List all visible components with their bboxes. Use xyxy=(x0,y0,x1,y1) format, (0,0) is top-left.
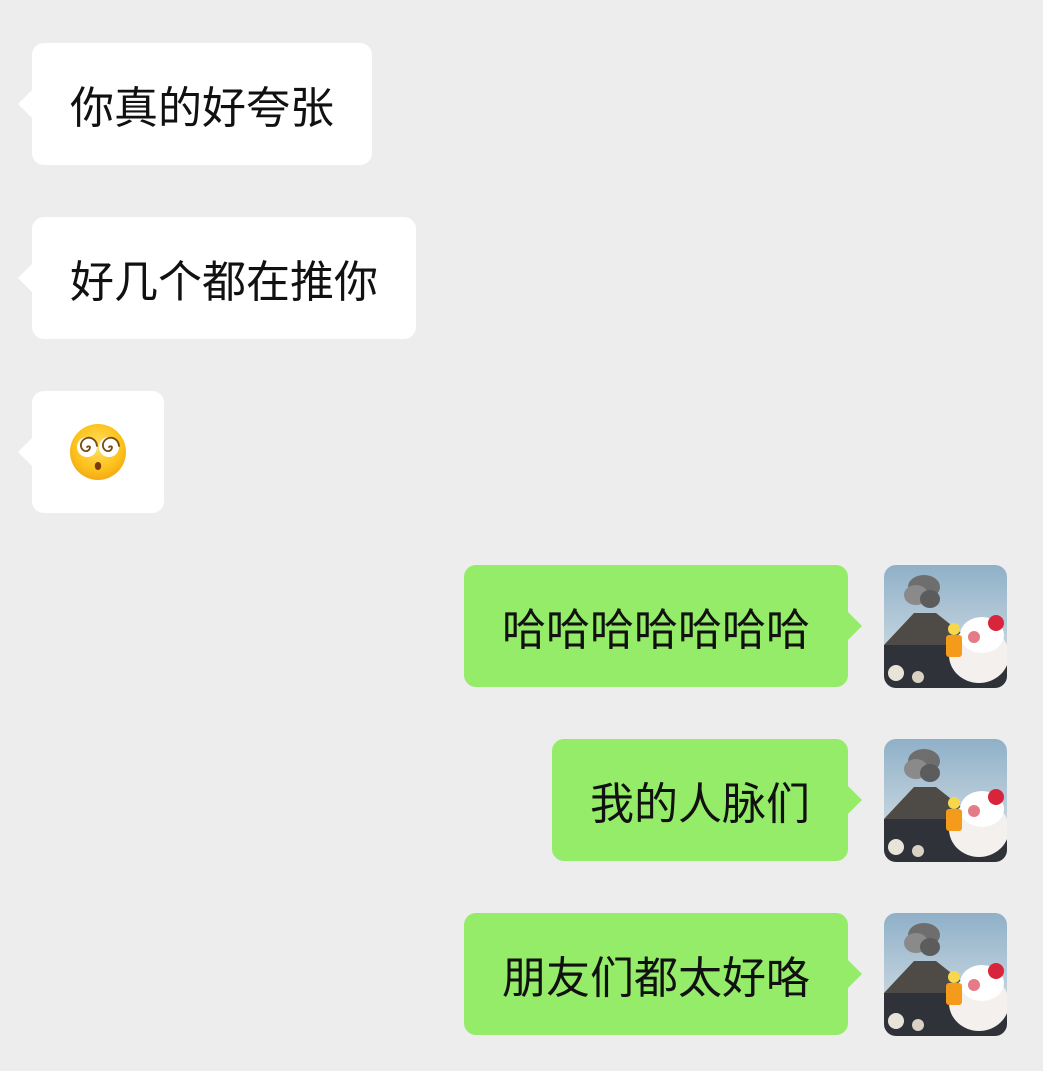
message-text: 你真的好夸张 xyxy=(70,83,334,134)
user-avatar-volcano-image-icon xyxy=(884,565,1007,688)
outgoing-message-bubble[interactable]: 朋友们都太好咯 xyxy=(464,913,862,1035)
outgoing-message-bubble[interactable]: 我的人脉们 xyxy=(552,739,862,861)
message-text: 朋友们都太好咯 xyxy=(502,953,810,1004)
user-avatar-volcano-image-icon xyxy=(884,913,1007,1036)
user-avatar[interactable] xyxy=(884,565,1007,688)
message-text: 好几个都在推你 xyxy=(70,257,378,308)
outgoing-message-bubble[interactable]: 哈哈哈哈哈哈哈 xyxy=(464,565,862,687)
user-avatar-volcano-image-icon xyxy=(884,739,1007,862)
incoming-message-bubble[interactable]: 好几个都在推你 xyxy=(18,217,416,339)
dizzy-face-emoji-icon xyxy=(70,424,126,480)
incoming-emoji-bubble[interactable] xyxy=(18,391,164,513)
user-avatar[interactable] xyxy=(884,739,1007,862)
incoming-message-bubble[interactable]: 你真的好夸张 xyxy=(18,43,372,165)
message-text: 哈哈哈哈哈哈哈 xyxy=(502,605,810,656)
user-avatar[interactable] xyxy=(884,913,1007,1036)
message-text: 我的人脉们 xyxy=(590,779,810,830)
